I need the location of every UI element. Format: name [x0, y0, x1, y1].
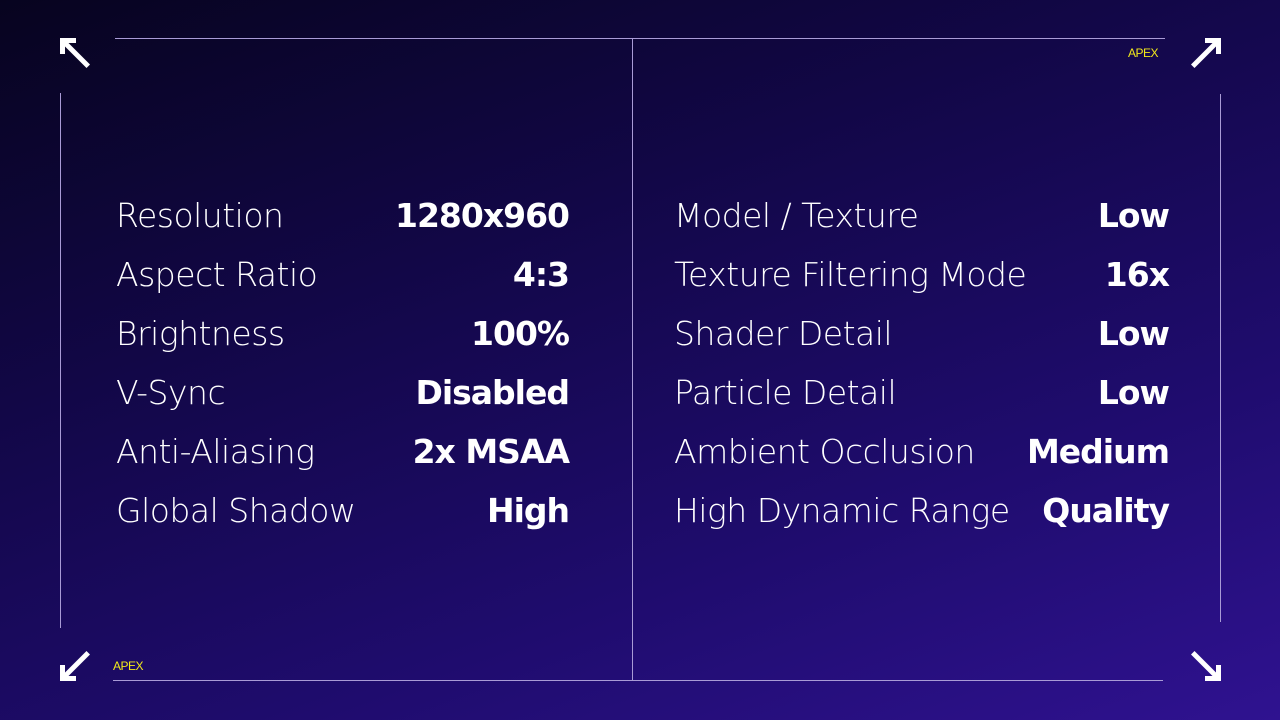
setting-row-global-shadow[interactable]: Global Shadow High [116, 481, 570, 540]
setting-value[interactable]: Low [1098, 196, 1170, 235]
setting-value[interactable]: 16x [1105, 255, 1170, 294]
frame-top-line [115, 38, 1165, 39]
setting-label: Anti-Aliasing [116, 432, 315, 471]
setting-value[interactable]: Quality [1042, 491, 1170, 530]
arrow-down-right-icon [1189, 649, 1223, 683]
setting-label: Resolution [116, 196, 284, 235]
frame-right-line [1220, 94, 1221, 622]
setting-row-shader-detail[interactable]: Shader Detail Low [674, 304, 1170, 363]
setting-value[interactable]: Low [1098, 314, 1170, 353]
arrow-up-left-icon [58, 36, 92, 70]
brand-logo-top: APEX [1128, 46, 1159, 60]
setting-label: V-Sync [116, 373, 226, 412]
arrow-down-left-icon [58, 649, 92, 683]
setting-value[interactable]: Disabled [415, 373, 570, 412]
setting-row-aspect-ratio[interactable]: Aspect Ratio 4:3 [116, 245, 570, 304]
setting-value[interactable]: High [487, 491, 570, 530]
setting-value[interactable]: Low [1098, 373, 1170, 412]
graphics-settings-list: Model / Texture Low Texture Filtering Mo… [674, 186, 1170, 540]
frame-left-line [60, 93, 61, 628]
setting-row-brightness[interactable]: Brightness 100% [116, 304, 570, 363]
setting-row-hdr[interactable]: High Dynamic Range Quality [674, 481, 1170, 540]
setting-row-resolution[interactable]: Resolution 1280x960 [116, 186, 570, 245]
frame-bottom-line [113, 680, 1163, 681]
setting-value[interactable]: 2x MSAA [413, 432, 570, 471]
setting-row-ambient-occlusion[interactable]: Ambient Occlusion Medium [674, 422, 1170, 481]
setting-row-vsync[interactable]: V-Sync Disabled [116, 363, 570, 422]
setting-label: Brightness [116, 314, 285, 353]
brand-logo-bottom: APEX [113, 659, 144, 673]
setting-label: Aspect Ratio [116, 255, 318, 294]
setting-row-model-texture[interactable]: Model / Texture Low [674, 186, 1170, 245]
setting-label: Shader Detail [674, 314, 893, 353]
setting-label: Texture Filtering Mode [674, 255, 1027, 294]
display-settings-list: Resolution 1280x960 Aspect Ratio 4:3 Bri… [116, 186, 570, 540]
setting-row-texture-filtering[interactable]: Texture Filtering Mode 16x [674, 245, 1170, 304]
setting-label: Ambient Occlusion [674, 432, 975, 471]
setting-label: Model / Texture [674, 196, 919, 235]
column-divider [632, 38, 633, 680]
setting-label: Particle Detail [674, 373, 897, 412]
setting-label: High Dynamic Range [674, 491, 1010, 530]
setting-value[interactable]: Medium [1027, 432, 1170, 471]
setting-value[interactable]: 100% [471, 314, 570, 353]
setting-value[interactable]: 1280x960 [395, 196, 570, 235]
setting-label: Global Shadow [116, 491, 356, 530]
setting-row-anti-aliasing[interactable]: Anti-Aliasing 2x MSAA [116, 422, 570, 481]
setting-value[interactable]: 4:3 [513, 255, 570, 294]
setting-row-particle-detail[interactable]: Particle Detail Low [674, 363, 1170, 422]
arrow-up-right-icon [1189, 36, 1223, 70]
